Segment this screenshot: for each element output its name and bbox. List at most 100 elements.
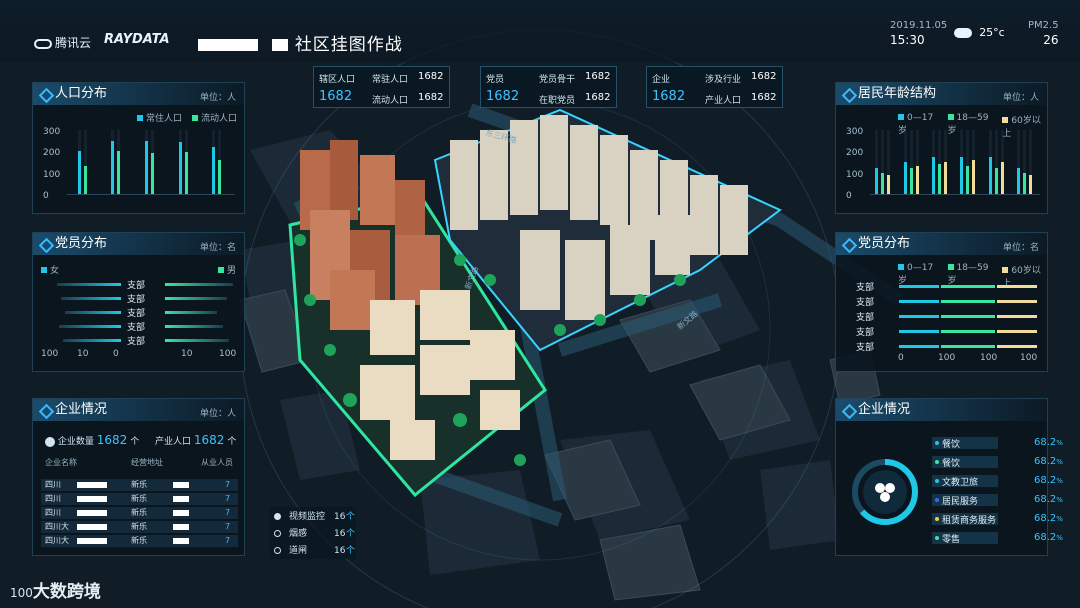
pm25: PM2.5 26	[1028, 20, 1059, 47]
x-tick-label: 10	[181, 349, 193, 359]
stat-row-label: 常驻人口	[372, 75, 409, 85]
bar-female	[58, 325, 121, 328]
branch-label: 支部	[127, 295, 146, 305]
cell-name: 四川	[45, 494, 61, 503]
stat-district[interactable]: 辖区人口 1682 常驻人口 1682 流动人口 1682	[313, 66, 450, 108]
panel-party-age: 党员分布 单位：名 0—17岁 18—59岁 60岁以上 支部 支部 支部 支部 支部 0 1…	[835, 232, 1048, 372]
x-tick-label: 100	[41, 349, 59, 359]
stat-main-value: 1682	[652, 89, 686, 104]
cluster-icon	[45, 436, 55, 447]
industry-item[interactable]: 租赁商务服务 68.2%	[932, 513, 1063, 526]
layer-toggle[interactable]: 道闸 16 个	[274, 544, 356, 558]
chart-bar	[1000, 162, 1004, 194]
party-dist-chart: 支部 支部 支部 支部 支部 100 10 0 10 100	[41, 277, 238, 359]
chart-bar	[881, 172, 885, 194]
industry-pct-value: 68.2	[1034, 532, 1057, 543]
bar-segment	[941, 315, 995, 318]
panel-title: 企业情况	[836, 399, 1047, 421]
panel-enterprise-left: 企业情况 单位：人 企业数量 1682 个 产业人口 1682 个 企业名称 经营…	[32, 398, 245, 556]
bar-segment	[899, 330, 939, 333]
stat-party[interactable]: 党员 1682 党员骨干 1682 在职党员 1682	[480, 66, 617, 108]
bar-segment	[997, 300, 1037, 303]
branch-label: 支部	[856, 343, 875, 353]
chart-bar	[83, 166, 87, 194]
panel-title: 企业情况 单位：人	[33, 399, 244, 421]
chart-bar	[943, 162, 947, 194]
y-tick-label: 300	[43, 127, 61, 137]
cloud-icon	[34, 38, 52, 49]
industry-label: 居民服务	[942, 497, 979, 507]
redacted-block	[198, 39, 258, 51]
chart-bar	[966, 166, 970, 194]
layer-unit: 个	[346, 546, 356, 556]
industry-item[interactable]: 零售 68.2%	[932, 532, 1063, 545]
redacted-block	[173, 482, 189, 488]
bar-female	[65, 311, 121, 314]
branch-label: 支部	[127, 323, 146, 333]
industry-chip: 租赁商务服务	[932, 513, 998, 526]
y-tick-label: 0	[846, 191, 852, 201]
party-age-chart: 支部 支部 支部 支部 支部 0 100 100 100	[844, 277, 1041, 363]
branch-label: 支部	[856, 313, 875, 323]
panel-title: 人口分布 单位：人	[33, 83, 244, 105]
y-tick-label: 100	[846, 169, 864, 180]
panel-title: 党员分布 单位：名	[33, 233, 244, 255]
x-tick-label: 10	[77, 349, 89, 359]
layer-label: 烟感	[289, 529, 308, 539]
industry-pct: 68.2%	[1034, 456, 1063, 467]
chart-bar	[1022, 172, 1026, 194]
layer-count: 16	[334, 512, 346, 522]
industry-item[interactable]: 文教卫旅 68.2%	[932, 475, 1063, 488]
chart-bar	[1028, 174, 1032, 194]
panel-title-text: 企业情况	[55, 402, 108, 417]
page-title: 社区挂图作战	[198, 30, 403, 55]
industry-label: 产业人口	[155, 437, 192, 447]
y-tick-label: 100	[43, 169, 61, 180]
pm-value: 26	[1043, 33, 1059, 47]
industry-item[interactable]: 餐饮 68.2%	[932, 456, 1063, 469]
panel-enterprise-right: 企业情况 餐饮 68.2% 餐饮 68.2% 文教卫旅 68.2% 居民服务 68.2% 租赁商…	[835, 398, 1063, 556]
time-text: 15:30	[890, 33, 925, 47]
y-tick-label: 0	[43, 191, 49, 201]
x-tick-label: 100	[1020, 353, 1038, 363]
stat-enterprise[interactable]: 企业 1682 涉及行业 1682 产业人口 1682	[646, 66, 783, 108]
y-tick-label: 200	[43, 148, 61, 159]
industry-pct-value: 68.2	[1034, 437, 1057, 448]
y-tick-label: 200	[846, 148, 864, 159]
population-bar-chart	[67, 130, 235, 195]
bar-segment	[899, 285, 939, 288]
industry-dot	[935, 536, 939, 540]
x-tick-label: 0	[898, 353, 904, 363]
chart-bar	[212, 147, 216, 194]
industry-pct-value: 68.2	[1034, 513, 1057, 524]
layer-toggle-panel: 视频监控 16 个烟感 16 个道闸 16 个	[270, 507, 356, 559]
stat-row-value: 1682	[418, 92, 444, 103]
stat-row-label: 党员骨干	[539, 75, 576, 85]
panel-unit: 单位：名	[199, 243, 236, 253]
chart-bar	[145, 140, 148, 194]
count-value: 1682	[96, 433, 128, 447]
layer-count: 16	[334, 546, 346, 556]
temperature-text: 25°c	[979, 26, 1005, 39]
bar-male	[165, 325, 223, 328]
layer-toggle[interactable]: 视频监控 16 个	[274, 510, 355, 524]
panel-title-text: 党员分布	[55, 236, 108, 251]
chart-bar	[931, 156, 935, 194]
industry-unit: 个	[227, 437, 237, 447]
x-tick-label: 100	[980, 353, 998, 363]
bar-segment	[997, 315, 1037, 318]
industry-item[interactable]: 居民服务 68.2%	[932, 494, 1063, 507]
cell-staff: 7	[225, 508, 231, 517]
radio-icon	[274, 530, 281, 537]
top-header: 腾讯云 RAYDATA 社区挂图作战 2019.11.05 15:30 25°c …	[0, 0, 1080, 62]
industry-pct-value: 68.2	[1034, 494, 1057, 505]
table-header-name: 企业名称	[45, 458, 77, 467]
panel-unit: 单位：人	[199, 409, 236, 419]
chart-bar	[937, 164, 941, 194]
chart-bar	[151, 153, 154, 194]
industry-item[interactable]: 餐饮 68.2%	[932, 437, 1063, 450]
layer-toggle[interactable]: 烟感 16 个	[274, 527, 355, 541]
stat-row-value: 1682	[585, 71, 611, 82]
x-tick-label: 100	[938, 353, 956, 363]
industry-label: 文教卫旅	[942, 478, 979, 488]
